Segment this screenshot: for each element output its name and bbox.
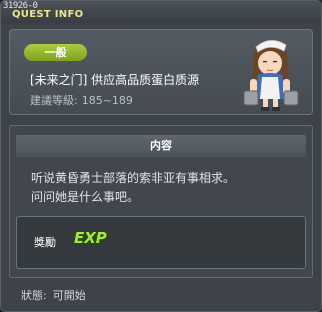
status-value: 可開始 (52, 289, 86, 302)
reward-label: 獎勵 (34, 236, 56, 249)
quest-summary-card: 一般 [未来之门] 供应高品质蛋白质源 建議等級: 185~189 (9, 29, 313, 115)
recommended-level: 建議等級: 185~189 (30, 92, 133, 108)
quest-info-window: 31926-0 QUEST INFO 一般 [未来之门] 供应高品质蛋白质源 建… (0, 0, 322, 312)
quest-name: [未来之门] 供应高品质蛋白质源 (30, 73, 200, 87)
reward-box: 獎勵 EXP (16, 216, 306, 269)
status-label: 狀態: (21, 289, 47, 302)
quest-description-line: 听说黄昏勇士部落的索非亚有事相求。 (31, 171, 236, 185)
quest-content-panel: 内容 听说黄昏勇士部落的索非亚有事相求。 问问她是什么事吧。 獎勵 EXP (9, 125, 313, 278)
exp-reward-icon[interactable]: EXP (74, 229, 107, 247)
title-bar[interactable]: 31926-0 QUEST INFO (1, 1, 321, 23)
content-header: 内容 (16, 135, 306, 157)
nurse-npc-portrait-icon (243, 40, 299, 111)
recommended-level-range: 185~189 (81, 94, 133, 107)
quest-description: 听说黄昏勇士部落的索非亚有事相求。 问问她是什么事吧。 (31, 169, 235, 207)
recommended-level-label: 建議等級: (30, 94, 78, 107)
quest-category-badge: 一般 (24, 44, 87, 61)
quest-status: 狀態: 可開始 (21, 287, 86, 303)
window-title: QUEST INFO (12, 9, 84, 20)
quest-description-line: 问问她是什么事吧。 (31, 190, 140, 204)
